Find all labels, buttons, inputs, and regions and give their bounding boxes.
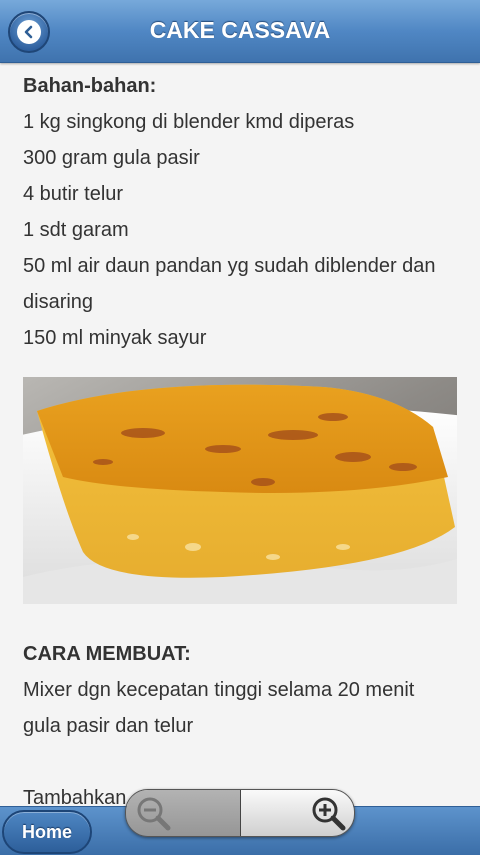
header-bar: CAKE CASSAVA <box>0 0 480 63</box>
zoom-in-button[interactable] <box>240 790 354 836</box>
cake-cassava-photo <box>23 377 457 604</box>
method-line: Mixer dgn kecepatan tinggi selama 20 men… <box>23 679 415 701</box>
zoom-control <box>125 789 355 837</box>
ingredient-line: disaring <box>23 291 94 313</box>
method-line: gula pasir dan telur <box>23 715 194 737</box>
zoom-out-button[interactable] <box>126 790 240 836</box>
method-heading: CARA MEMBUAT: <box>23 643 191 665</box>
recipe-content[interactable]: Bahan-bahan: 1 kg singkong di blender km… <box>0 63 480 806</box>
home-button[interactable]: Home <box>2 810 92 854</box>
ingredients-heading: Bahan-bahan: <box>23 75 157 97</box>
ingredient-line: 300 gram gula pasir <box>23 147 200 169</box>
ingredient-line: 1 kg singkong di blender kmd diperas <box>23 111 355 133</box>
ingredient-line: 50 ml air daun pandan yg sudah diblender… <box>23 255 436 277</box>
ingredient-line: 1 sdt garam <box>23 219 129 241</box>
page-title: CAKE CASSAVA <box>149 17 331 43</box>
ingredient-line: 4 butir telur <box>23 183 124 205</box>
zoom-in-icon <box>312 797 346 831</box>
zoom-out-icon <box>137 797 171 831</box>
ingredient-line: 150 ml minyak sayur <box>23 327 207 349</box>
